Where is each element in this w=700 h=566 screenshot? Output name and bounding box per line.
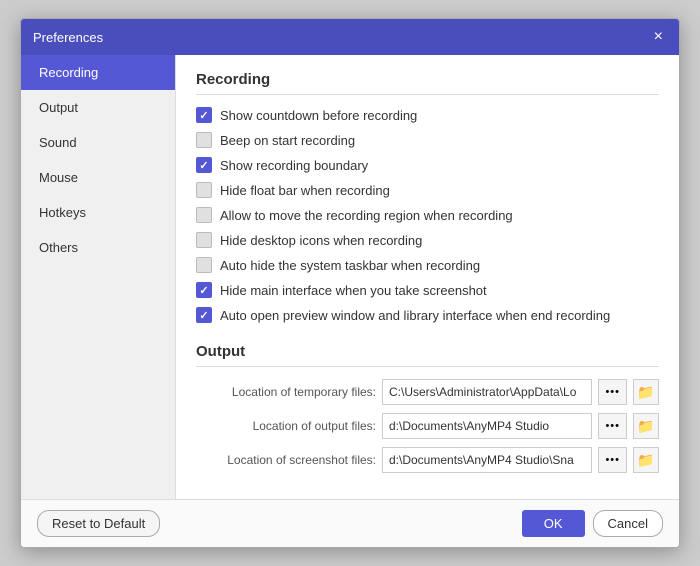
output-row-output-files: Location of output files: •••📁 [196,413,659,439]
checkbox-label-auto-hide-taskbar: Auto hide the system taskbar when record… [220,258,480,273]
checkbox-hide-float-bar[interactable] [196,182,212,198]
checkbox-hide-main-interface[interactable] [196,282,212,298]
checkbox-label-beep-start: Beep on start recording [220,133,355,148]
checkbox-auto-hide-taskbar[interactable] [196,257,212,273]
main-content: Recording Show countdown before recordin… [176,55,679,499]
checkbox-row-auto-hide-taskbar: Auto hide the system taskbar when record… [196,257,659,273]
sidebar-item-others[interactable]: Others [21,230,175,265]
checkbox-row-allow-move: Allow to move the recording region when … [196,207,659,223]
checkbox-row-hide-desktop-icons: Hide desktop icons when recording [196,232,659,248]
dialog-body: RecordingOutputSoundMouseHotkeysOthers R… [21,55,679,499]
dialog-title: Preferences [33,30,103,45]
sidebar-item-mouse[interactable]: Mouse [21,160,175,195]
checkbox-label-hide-float-bar: Hide float bar when recording [220,183,390,198]
checkbox-label-hide-main-interface: Hide main interface when you take screen… [220,283,487,298]
checkbox-label-allow-move: Allow to move the recording region when … [220,208,513,223]
output-fields-container: Location of temporary files:•••📁Location… [196,379,659,473]
dots-button-temp-files[interactable]: ••• [598,379,627,405]
output-row-temp-files: Location of temporary files: •••📁 [196,379,659,405]
output-label-screenshot-files: Location of screenshot files: [196,453,376,467]
sidebar-item-recording[interactable]: Recording [21,55,175,90]
checkbox-label-auto-open-preview: Auto open preview window and library int… [220,308,610,323]
reset-button[interactable]: Reset to Default [37,510,160,537]
checkbox-show-boundary[interactable] [196,157,212,173]
output-section-title: Output [196,343,659,367]
output-input-screenshot-files[interactable] [382,447,592,473]
checkbox-row-hide-main-interface: Hide main interface when you take screen… [196,282,659,298]
checkbox-label-show-countdown: Show countdown before recording [220,108,417,123]
checkbox-label-show-boundary: Show recording boundary [220,158,368,173]
folder-button-output-files[interactable]: 📁 [633,413,659,439]
folder-button-temp-files[interactable]: 📁 [633,379,659,405]
footer-right: OK Cancel [522,510,663,537]
checkbox-row-hide-float-bar: Hide float bar when recording [196,182,659,198]
dots-button-screenshot-files[interactable]: ••• [598,447,627,473]
folder-button-screenshot-files[interactable]: 📁 [633,447,659,473]
ok-button[interactable]: OK [522,510,585,537]
sidebar-item-sound[interactable]: Sound [21,125,175,160]
close-button[interactable]: × [650,29,667,45]
checkbox-row-beep-start: Beep on start recording [196,132,659,148]
output-input-temp-files[interactable] [382,379,592,405]
output-section: Output Location of temporary files:•••📁L… [196,343,659,473]
output-label-output-files: Location of output files: [196,419,376,433]
output-input-output-files[interactable] [382,413,592,439]
sidebar: RecordingOutputSoundMouseHotkeysOthers [21,55,176,499]
sidebar-item-hotkeys[interactable]: Hotkeys [21,195,175,230]
checkbox-show-countdown[interactable] [196,107,212,123]
checkbox-beep-start[interactable] [196,132,212,148]
dialog-footer: Reset to Default OK Cancel [21,499,679,547]
sidebar-item-output[interactable]: Output [21,90,175,125]
title-bar: Preferences × [21,19,679,55]
checkbox-label-hide-desktop-icons: Hide desktop icons when recording [220,233,422,248]
checkbox-row-auto-open-preview: Auto open preview window and library int… [196,307,659,323]
output-row-screenshot-files: Location of screenshot files: •••📁 [196,447,659,473]
cancel-button[interactable]: Cancel [593,510,663,537]
preferences-dialog: Preferences × RecordingOutputSoundMouseH… [20,18,680,548]
checkboxes-container: Show countdown before recording Beep on s… [196,107,659,323]
checkbox-row-show-boundary: Show recording boundary [196,157,659,173]
checkbox-hide-desktop-icons[interactable] [196,232,212,248]
recording-section-title: Recording [196,71,659,95]
dots-button-output-files[interactable]: ••• [598,413,627,439]
checkbox-allow-move[interactable] [196,207,212,223]
output-label-temp-files: Location of temporary files: [196,385,376,399]
checkbox-row-show-countdown: Show countdown before recording [196,107,659,123]
checkbox-auto-open-preview[interactable] [196,307,212,323]
